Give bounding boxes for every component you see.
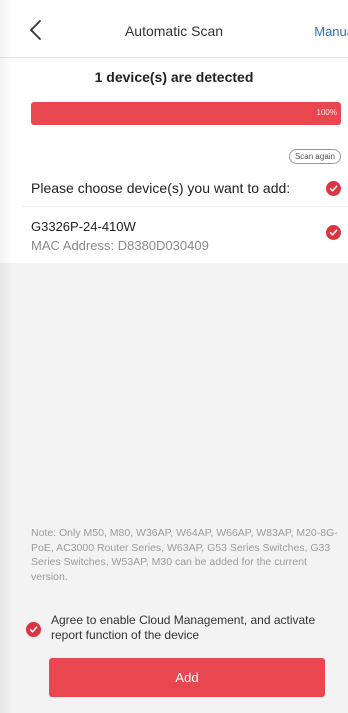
checkmark-icon bbox=[329, 185, 338, 192]
choose-devices-label: Please choose device(s) you want to add: bbox=[31, 180, 291, 196]
agree-cloud-management-text: Agree to enable Cloud Management, and ac… bbox=[51, 613, 316, 642]
mac-address-label: MAC Address: bbox=[31, 238, 115, 253]
select-all-checkbox[interactable] bbox=[326, 181, 341, 196]
device-mac-address: MAC Address: D8380D030409 bbox=[31, 238, 209, 253]
detected-count-text: 1 device(s) are detected bbox=[94, 69, 254, 85]
checkmark-icon bbox=[329, 229, 338, 236]
top-navigation-bar: Automatic Scan Manua bbox=[0, 0, 348, 58]
supported-devices-note: Note: Only M50, M80, W36AP, W64AP, W66AP… bbox=[31, 527, 338, 583]
add-button[interactable]: Add bbox=[49, 658, 325, 697]
agree-checkbox[interactable] bbox=[26, 622, 41, 637]
scan-result-panel: 1 device(s) are detected 100% Scan again… bbox=[0, 58, 348, 263]
scan-again-button[interactable]: Scan again bbox=[288, 149, 341, 164]
mac-address-value: D8380D030409 bbox=[117, 238, 209, 253]
device-name: G3326P-24-410W bbox=[31, 219, 136, 234]
device-select-checkbox[interactable] bbox=[326, 225, 341, 240]
scan-progress-bar: 100% bbox=[31, 102, 341, 125]
scan-progress-fill bbox=[31, 102, 341, 125]
automatic-scan-screen: Automatic Scan Manua 1 device(s) are det… bbox=[0, 0, 348, 713]
manual-add-link[interactable]: Manua bbox=[314, 24, 348, 39]
scan-progress-label: 100% bbox=[316, 108, 337, 117]
checkmark-icon bbox=[29, 626, 38, 633]
list-divider bbox=[21, 206, 348, 207]
page-title: Automatic Scan bbox=[124, 23, 224, 39]
